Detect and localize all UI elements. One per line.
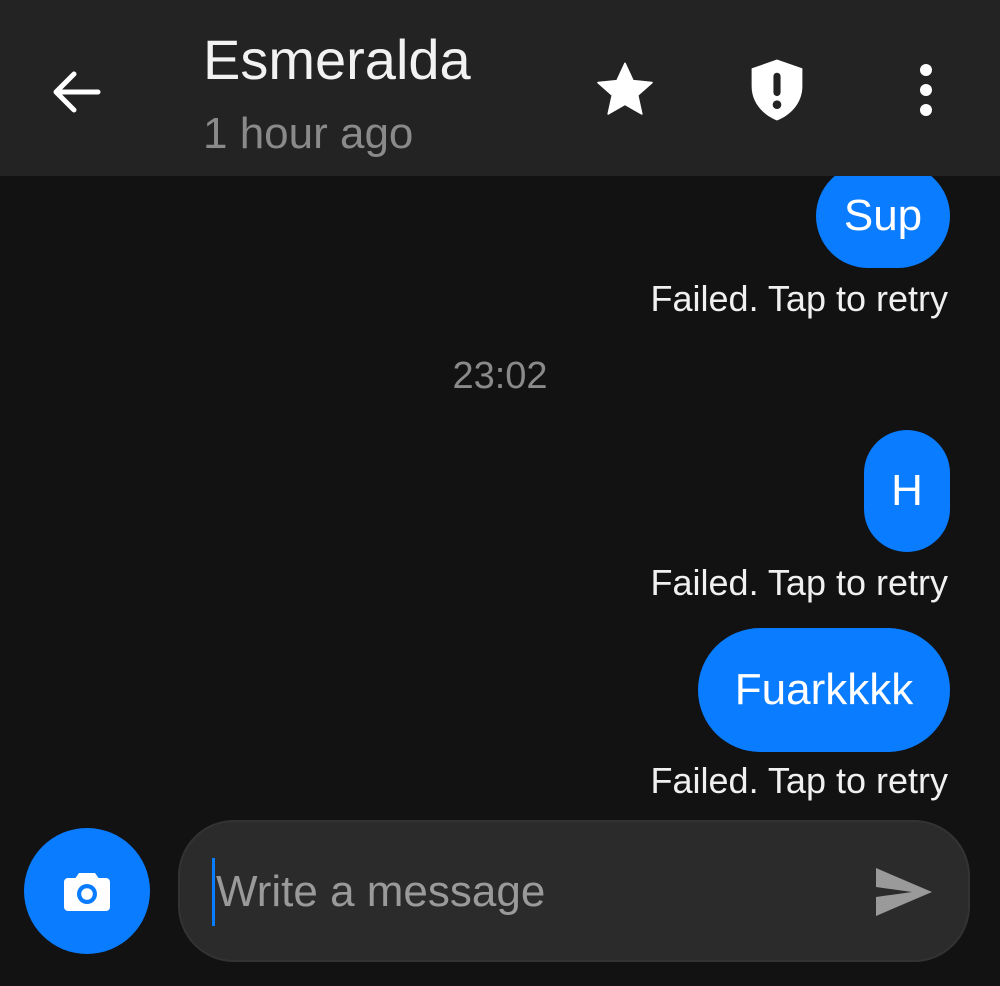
retry-status[interactable]: Failed. Tap to retry (651, 278, 948, 320)
favorite-button[interactable] (583, 48, 667, 132)
last-seen-status: 1 hour ago (203, 109, 414, 158)
contact-name[interactable]: Esmeralda (203, 28, 471, 92)
composer (178, 820, 970, 962)
message-list[interactable]: Sup Failed. Tap to retry 23:02 H Failed.… (0, 176, 1000, 816)
camera-icon (64, 873, 110, 911)
app-bar: Esmeralda 1 hour ago (0, 0, 1000, 176)
message-bubble[interactable]: H (864, 430, 950, 552)
back-button[interactable] (36, 52, 116, 132)
retry-status[interactable]: Failed. Tap to retry (651, 760, 948, 802)
send-button[interactable] (866, 854, 942, 930)
arrow-left-icon (53, 71, 101, 113)
message-bubble[interactable]: Fuarkkkk (698, 628, 950, 752)
retry-status[interactable]: Failed. Tap to retry (651, 562, 948, 604)
security-button[interactable] (735, 48, 819, 132)
more-vertical-icon (920, 64, 932, 116)
shield-alert-icon (751, 59, 803, 121)
message-bubble[interactable]: Sup (816, 176, 950, 268)
timestamp-divider: 23:02 (452, 355, 548, 397)
camera-button[interactable] (24, 828, 150, 954)
message-input[interactable] (210, 850, 856, 934)
send-icon (876, 868, 932, 916)
star-icon (597, 62, 653, 115)
more-options-button[interactable] (884, 48, 968, 132)
